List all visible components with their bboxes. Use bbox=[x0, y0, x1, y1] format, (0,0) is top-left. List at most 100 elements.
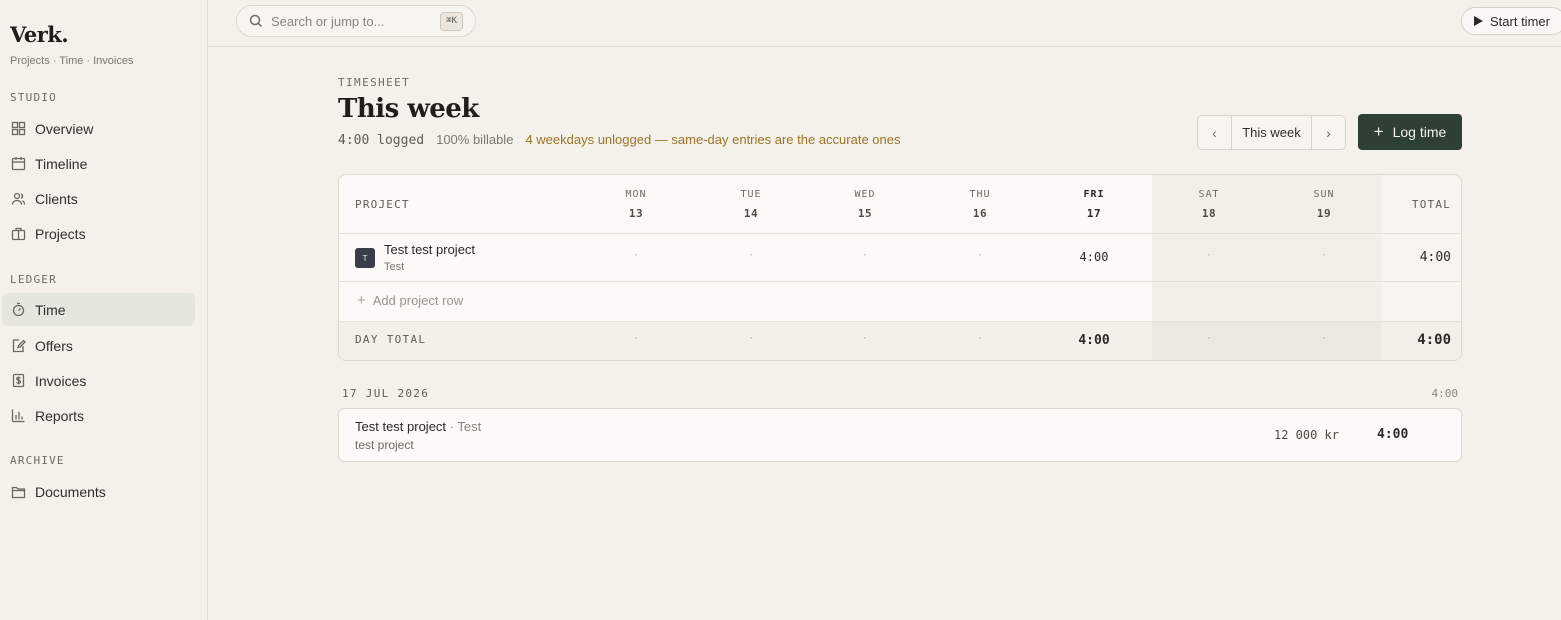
stopwatch-icon bbox=[12, 302, 25, 317]
section-label-studio: STUDIO bbox=[10, 91, 57, 104]
brand-logo: Verk. bbox=[10, 22, 69, 47]
day-number: 19 bbox=[1316, 207, 1332, 220]
day-name: FRI bbox=[1083, 189, 1105, 200]
column-header-sat: SAT 18 bbox=[1179, 189, 1239, 220]
time-cell-thu[interactable]: · bbox=[950, 250, 1010, 261]
play-icon bbox=[1474, 16, 1483, 26]
entry-separator: · bbox=[446, 419, 458, 434]
divider bbox=[339, 321, 1461, 322]
sidebar-item-documents[interactable]: Documents bbox=[2, 475, 195, 508]
logged-hours: 4:00 logged bbox=[338, 133, 425, 148]
time-cell-tue[interactable]: · bbox=[721, 250, 781, 261]
search-placeholder: Search or jump to... bbox=[271, 13, 385, 29]
day-number: 13 bbox=[628, 207, 644, 220]
bar-chart-icon bbox=[11, 409, 25, 423]
time-cell-sun[interactable]: · bbox=[1294, 250, 1354, 261]
column-header-mon: MON 13 bbox=[606, 189, 666, 220]
billable-percent: 100% billable bbox=[436, 132, 514, 147]
sidebar-item-label: Invoices bbox=[35, 372, 87, 389]
current-week-button[interactable]: This week bbox=[1231, 116, 1312, 149]
page-eyebrow: TIMESHEET bbox=[338, 76, 411, 89]
entries-date-heading: 17 JUL 2026 bbox=[342, 387, 430, 400]
column-header-project: PROJECT bbox=[355, 198, 410, 211]
sidebar-item-invoices[interactable]: Invoices bbox=[2, 364, 195, 397]
sidebar-item-overview[interactable]: Overview bbox=[2, 112, 195, 145]
day-total-tue: · bbox=[747, 333, 755, 344]
time-entry-card[interactable]: Test test project · Test test project 12… bbox=[338, 408, 1462, 462]
day-number: 16 bbox=[972, 207, 988, 220]
time-cell-sat[interactable]: · bbox=[1179, 250, 1239, 261]
brand-tagline: Projects · Time · Invoices bbox=[10, 55, 134, 67]
day-total-fri: 4:00 bbox=[1078, 333, 1110, 348]
row-total: 4:00 bbox=[1419, 250, 1451, 265]
entry-title: Test test project · Test bbox=[355, 419, 481, 434]
sidebar-item-label: Overview bbox=[35, 120, 94, 137]
unlogged-warning: 4 weekdays unlogged — same-day entries a… bbox=[525, 132, 901, 147]
column-header-wed: WED 15 bbox=[835, 189, 895, 220]
search-shortcut-badge: ⌘K bbox=[440, 12, 463, 31]
project-name[interactable]: Test test project bbox=[384, 242, 475, 257]
add-project-row-button[interactable]: + Add project row bbox=[357, 292, 463, 309]
day-total-sat: · bbox=[1205, 333, 1213, 344]
sidebar-item-label: Documents bbox=[35, 483, 106, 500]
day-number: 17 bbox=[1086, 207, 1102, 220]
log-time-button[interactable]: + Log time bbox=[1358, 114, 1462, 150]
day-number: 14 bbox=[743, 207, 759, 220]
previous-week-button[interactable]: ‹ bbox=[1198, 116, 1231, 149]
grand-total: 4:00 bbox=[1417, 332, 1451, 348]
column-header-thu: THU 16 bbox=[950, 189, 1010, 220]
dollar-document-icon bbox=[12, 373, 25, 388]
divider bbox=[339, 233, 1461, 234]
top-bar: Search or jump to... ⌘K Start timer bbox=[208, 0, 1561, 47]
page-title: This week bbox=[338, 94, 479, 124]
sidebar-item-label: Timeline bbox=[35, 155, 88, 172]
start-timer-label: Start timer bbox=[1490, 13, 1550, 29]
time-cell-fri[interactable]: 4:00 bbox=[1064, 250, 1124, 264]
timesheet-summary: 4:00 logged 100% billable 4 weekdays unl… bbox=[338, 132, 901, 148]
sidebar-item-projects[interactable]: Projects bbox=[2, 217, 195, 250]
day-name: MON bbox=[625, 189, 647, 200]
search-input[interactable]: Search or jump to... ⌘K bbox=[236, 5, 476, 37]
day-name: THU bbox=[969, 189, 991, 200]
sidebar-item-offers[interactable]: Offers bbox=[2, 329, 195, 362]
chevron-left-icon: ‹ bbox=[1212, 124, 1217, 141]
divider bbox=[339, 281, 1461, 282]
sidebar-item-time[interactable]: Time bbox=[2, 293, 195, 326]
grid-icon bbox=[11, 121, 26, 136]
entry-project: Test test project bbox=[355, 419, 447, 434]
entry-duration: 4:00 bbox=[1377, 427, 1409, 442]
chevron-right-icon: › bbox=[1326, 124, 1331, 141]
entry-client: Test bbox=[457, 419, 482, 434]
edit-document-icon bbox=[12, 339, 26, 353]
sidebar-item-clients[interactable]: Clients bbox=[2, 182, 195, 215]
day-total-sun: · bbox=[1320, 333, 1328, 344]
day-name: SUN bbox=[1313, 189, 1335, 200]
time-cell-mon[interactable]: · bbox=[606, 250, 666, 261]
sidebar-item-label: Clients bbox=[35, 190, 78, 207]
section-label-ledger: LEDGER bbox=[10, 273, 57, 286]
log-time-label: Log time bbox=[1392, 124, 1447, 140]
plus-icon: + bbox=[1373, 122, 1384, 141]
day-total-thu: · bbox=[976, 333, 984, 344]
next-week-button[interactable]: › bbox=[1312, 116, 1345, 149]
time-cell-wed[interactable]: · bbox=[835, 250, 895, 261]
sidebar-item-reports[interactable]: Reports bbox=[2, 399, 195, 432]
entries-date-total: 4:00 bbox=[1431, 387, 1459, 400]
day-name: SAT bbox=[1198, 189, 1220, 200]
folder-icon bbox=[11, 486, 26, 499]
add-project-row-label: Add project row bbox=[372, 293, 464, 308]
sidebar-item-label: Time bbox=[35, 301, 66, 318]
sidebar-item-label: Offers bbox=[35, 337, 73, 354]
project-client: Test bbox=[384, 261, 405, 273]
day-number: 15 bbox=[857, 207, 873, 220]
timesheet-grid: PROJECT MON 13 TUE 14 WED 15 THU 16 FRI … bbox=[338, 174, 1462, 361]
week-navigator: ‹ This week › bbox=[1197, 115, 1346, 150]
project-avatar: T bbox=[355, 248, 375, 268]
day-number: 18 bbox=[1201, 207, 1217, 220]
day-total-mon: · bbox=[632, 333, 640, 344]
sidebar-item-timeline[interactable]: Timeline bbox=[2, 147, 195, 180]
column-header-fri: FRI 17 bbox=[1064, 189, 1124, 220]
day-total-wed: · bbox=[861, 333, 869, 344]
calendar-icon bbox=[11, 157, 26, 171]
start-timer-button[interactable]: Start timer bbox=[1461, 7, 1561, 35]
